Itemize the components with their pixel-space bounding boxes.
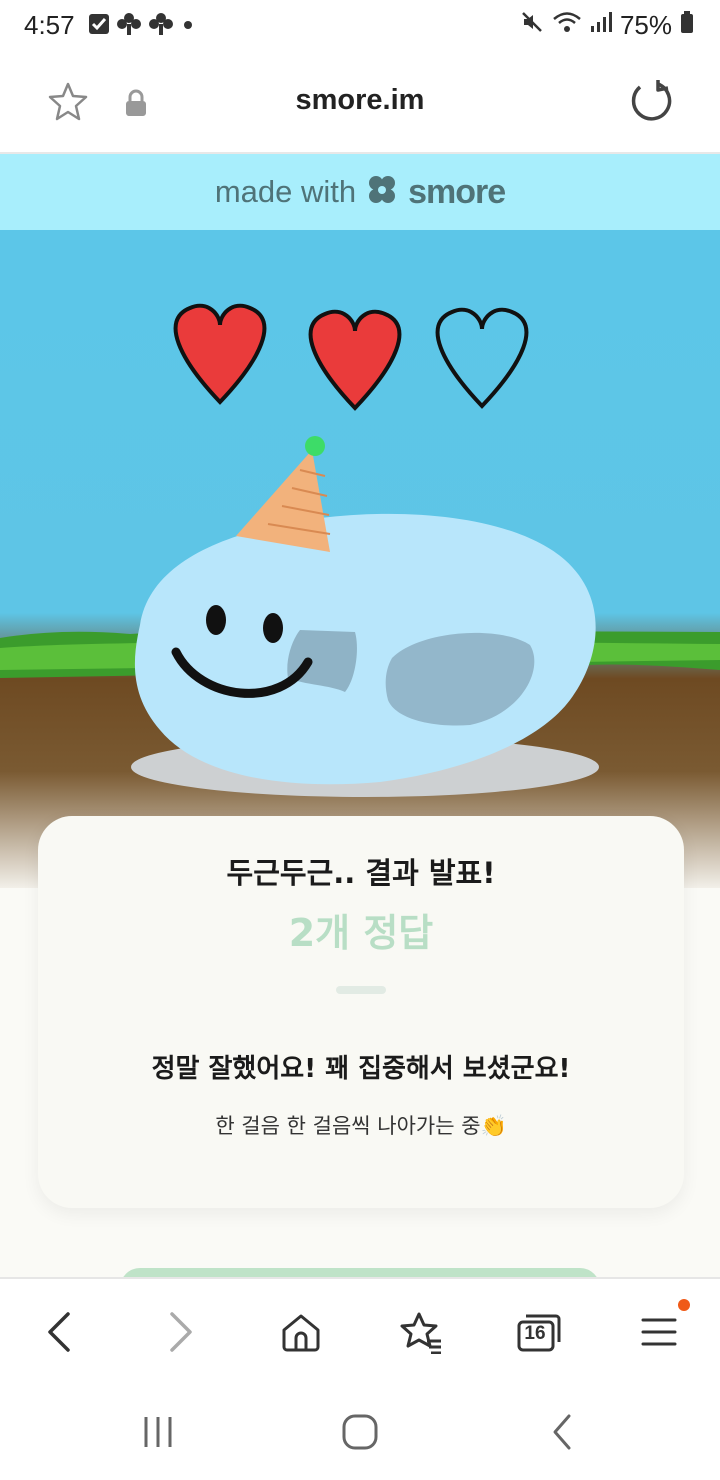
banner-brand: smore bbox=[408, 172, 506, 211]
battery-icon bbox=[680, 10, 694, 41]
status-time: 4:57 bbox=[24, 10, 75, 40]
status-system-icons: 75% bbox=[520, 10, 694, 41]
system-nav-bar bbox=[0, 1380, 720, 1480]
result-subtext: 한 걸음 한 걸음씩 나아가는 중👏 bbox=[215, 1114, 507, 1138]
address-bar[interactable]: smore.im bbox=[0, 52, 720, 154]
clover-icon bbox=[148, 12, 174, 40]
wifi-icon bbox=[552, 10, 582, 41]
heart-empty-icon bbox=[435, 307, 529, 409]
home-icon[interactable] bbox=[266, 1297, 336, 1367]
status-bar: 4:57 75% bbox=[0, 0, 720, 52]
mute-icon bbox=[520, 10, 544, 41]
back-nav-icon[interactable] bbox=[522, 1402, 602, 1462]
signal-icon bbox=[590, 10, 612, 41]
menu-icon[interactable] bbox=[624, 1297, 694, 1367]
tab-count: 16 bbox=[524, 1323, 546, 1344]
recents-icon[interactable] bbox=[118, 1402, 198, 1462]
back-icon[interactable] bbox=[24, 1297, 94, 1367]
tabs-icon[interactable]: 16 bbox=[504, 1297, 574, 1367]
result-title: 두근두근.. 결과 발표! bbox=[226, 856, 496, 890]
browser-toolbar: 16 bbox=[0, 1277, 720, 1382]
card-divider bbox=[336, 986, 386, 994]
clover-icon bbox=[116, 12, 142, 40]
forward-icon[interactable] bbox=[146, 1297, 216, 1367]
reload-icon[interactable] bbox=[628, 78, 674, 128]
dot-icon bbox=[180, 12, 196, 40]
result-score: 2개 정답 bbox=[288, 911, 434, 955]
heart-filled-icon bbox=[308, 309, 402, 411]
home-circle-icon[interactable] bbox=[320, 1402, 400, 1462]
smore-logo-icon bbox=[366, 175, 398, 209]
result-scene bbox=[0, 230, 720, 890]
party-hat-icon bbox=[236, 436, 331, 552]
checkbox-icon bbox=[88, 13, 110, 39]
status-notification-icons bbox=[88, 12, 196, 40]
url-text[interactable]: smore.im bbox=[0, 84, 720, 117]
bookmarks-icon[interactable] bbox=[386, 1297, 456, 1367]
banner-text: made with bbox=[214, 174, 357, 209]
heart-filled-icon bbox=[173, 303, 267, 405]
slime-character bbox=[134, 513, 596, 785]
battery-text: 75% bbox=[619, 10, 672, 40]
result-message: 정말 잘했어요! 꽤 집중해서 보셨군요! bbox=[151, 1054, 571, 1084]
notification-dot bbox=[678, 1299, 690, 1311]
result-card: 두근두근.. 결과 발표! 2개 정답 정말 잘했어요! 꽤 집중해서 보셨군요… bbox=[38, 816, 684, 1208]
made-with-banner[interactable]: made with smore bbox=[0, 154, 720, 230]
